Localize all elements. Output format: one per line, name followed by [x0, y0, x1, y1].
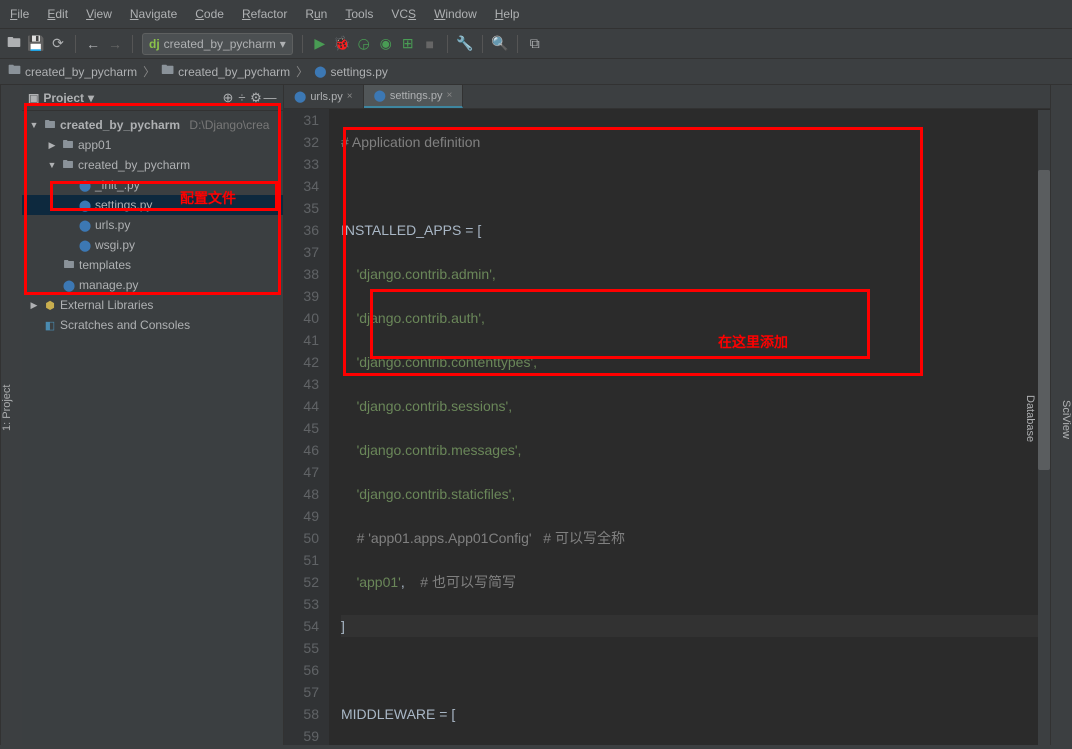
tree-urls[interactable]: ⬤urls.py: [22, 215, 283, 235]
tree-root[interactable]: ▼🖿created_by_pycharm D:\Django\crea: [22, 115, 283, 135]
structure-icon[interactable]: ⧉: [527, 36, 543, 52]
profile-icon[interactable]: ◉: [378, 36, 394, 52]
gutter: 3132333435363738394041424344454647484950…: [284, 109, 329, 745]
menu-tools[interactable]: Tools: [341, 4, 377, 24]
project-sidebar: ▣ Project ▾ ⊕ ÷ ⚙ — ▼🖿created_by_pycharm…: [22, 85, 284, 745]
python-icon: ⬤: [314, 65, 326, 78]
close-icon[interactable]: ×: [347, 91, 353, 102]
tree-manage[interactable]: ⬤manage.py: [22, 275, 283, 295]
tree-scratch[interactable]: ◧Scratches and Consoles: [22, 315, 283, 335]
menu-code[interactable]: Code: [191, 4, 228, 24]
tree-extlib[interactable]: ▶⬢External Libraries: [22, 295, 283, 315]
right-toolwindow-bar: SciView Database: [1050, 85, 1072, 745]
folder-icon: 🖿: [161, 61, 174, 83]
toolbar: 🖿 💾 ⟳ ← → dj created_by_pycharm ▾ ▶ 🐞 ◶ …: [0, 29, 1072, 59]
stop-icon[interactable]: ■: [422, 36, 438, 52]
menu-vcs[interactable]: VCS: [387, 4, 420, 24]
debug-icon[interactable]: 🐞: [334, 36, 350, 52]
left-toolwindow-tab-project[interactable]: 1: Project: [0, 85, 22, 745]
scrollbar-thumb[interactable]: [1038, 170, 1050, 470]
tab-urls[interactable]: ⬤urls.py×: [284, 85, 364, 108]
folder-icon: 🖿: [8, 61, 21, 83]
open-icon[interactable]: 🖿: [6, 36, 22, 52]
concurrency-icon[interactable]: ⊞: [400, 36, 416, 52]
menu-view[interactable]: View: [82, 4, 116, 24]
menu-file[interactable]: File: [6, 4, 33, 24]
tree-wsgi[interactable]: ⬤wsgi.py: [22, 235, 283, 255]
refresh-icon[interactable]: ⟳: [50, 36, 66, 52]
collapse-icon[interactable]: ÷: [235, 90, 249, 105]
hide-icon[interactable]: —: [263, 90, 277, 105]
chevron-down-icon: ▾: [280, 37, 286, 51]
tree-app01[interactable]: ▶🖿app01: [22, 135, 283, 155]
run-icon[interactable]: ▶: [312, 36, 328, 52]
breadcrumb: 🖿 created_by_pycharm 〉 🖿 created_by_pych…: [0, 59, 1072, 85]
menu-refactor[interactable]: Refactor: [238, 4, 291, 24]
gear-icon[interactable]: ⚙: [249, 90, 263, 106]
bc-3[interactable]: settings.py: [331, 65, 388, 79]
right-tab-sciview[interactable]: SciView: [1060, 400, 1072, 439]
django-icon: dj: [149, 37, 160, 51]
tree-settings[interactable]: ⬤settings.py: [22, 195, 283, 215]
tree-init[interactable]: ⬤_init_.py: [22, 175, 283, 195]
tree-inner-pkg[interactable]: ▼🖿created_by_pycharm: [22, 155, 283, 175]
menubar: File Edit View Navigate Code Refactor Ru…: [0, 0, 1072, 29]
editor: ⬤urls.py× ⬤settings.py× 3132333435363738…: [284, 85, 1050, 745]
close-icon[interactable]: ×: [446, 90, 452, 101]
locate-icon[interactable]: ⊕: [221, 90, 235, 106]
forward-icon[interactable]: →: [107, 36, 123, 52]
run-config-label: created_by_pycharm: [164, 37, 276, 51]
bc-1[interactable]: created_by_pycharm: [25, 65, 137, 79]
editor-tabs: ⬤urls.py× ⬤settings.py×: [284, 85, 1050, 109]
code-editor[interactable]: 3132333435363738394041424344454647484950…: [284, 109, 1050, 745]
panel-title[interactable]: ▣ Project ▾: [28, 91, 221, 105]
save-icon[interactable]: 💾: [28, 36, 44, 52]
menu-edit[interactable]: Edit: [43, 4, 72, 24]
menu-navigate[interactable]: Navigate: [126, 4, 181, 24]
run-config-dropdown[interactable]: dj created_by_pycharm ▾: [142, 33, 293, 55]
scrollbar-track[interactable]: [1038, 110, 1050, 749]
bc-2[interactable]: created_by_pycharm: [178, 65, 290, 79]
project-tree: ▼🖿created_by_pycharm D:\Django\crea ▶🖿ap…: [22, 111, 283, 339]
code-content[interactable]: # Application definition INSTALLED_APPS …: [329, 109, 1050, 745]
wrench-icon[interactable]: 🔧: [457, 36, 473, 52]
back-icon[interactable]: ←: [85, 36, 101, 52]
menu-window[interactable]: Window: [430, 4, 481, 24]
menu-run[interactable]: Run: [301, 4, 331, 24]
search-icon[interactable]: 🔍: [492, 36, 508, 52]
tab-settings[interactable]: ⬤settings.py×: [364, 85, 464, 108]
coverage-icon[interactable]: ◶: [356, 36, 372, 52]
menu-help[interactable]: Help: [491, 4, 524, 24]
tree-templates[interactable]: 🖿templates: [22, 255, 283, 275]
